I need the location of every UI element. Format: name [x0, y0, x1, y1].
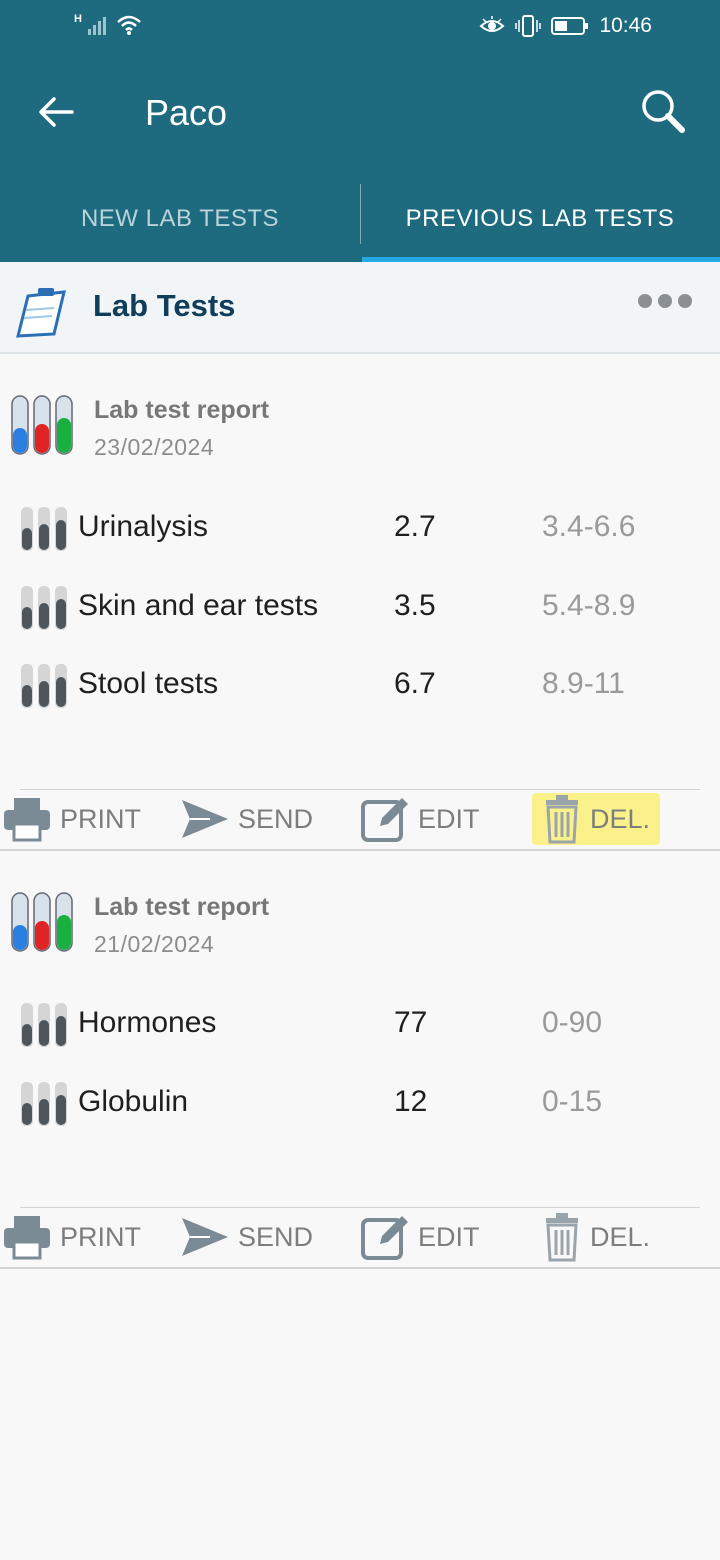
status-time: 10:46 [599, 14, 652, 37]
status-bar: H 10:46 [0, 0, 720, 56]
send-icon [182, 1218, 228, 1256]
test-name: Globulin [78, 1085, 189, 1118]
test-row[interactable]: Stool tests 6.7 8.9-11 [0, 657, 720, 717]
test-row[interactable]: Globulin 12 0-15 [0, 1075, 720, 1135]
print-label: PRINT [60, 1221, 141, 1252]
trash-icon [546, 1213, 578, 1262]
report-title: Lab test report [94, 893, 270, 921]
test-name: Skin and ear tests [78, 589, 319, 622]
eye-icon [479, 16, 505, 32]
print-button[interactable]: PRINT [2, 793, 141, 845]
report-date: 23/02/2024 [94, 434, 215, 460]
divider [0, 1267, 720, 1269]
network-type: H [74, 13, 82, 25]
printer-icon [4, 798, 50, 842]
test-name: Urinalysis [78, 510, 209, 543]
test-range: 0-15 [542, 1085, 603, 1118]
test-range: 3.4-6.6 [542, 510, 636, 543]
test-value: 77 [394, 1006, 428, 1039]
report-actions: PRINT SEND EDIT DEL. [0, 1207, 720, 1269]
test-value: 12 [394, 1085, 428, 1118]
signal-icon [87, 17, 106, 35]
send-icon [182, 800, 228, 838]
test-value: 2.7 [394, 510, 436, 543]
test-tubes-gray-icon [21, 586, 67, 630]
section-title: Lab Tests [93, 288, 236, 323]
test-name: Hormones [78, 1006, 217, 1039]
print-button[interactable]: PRINT [2, 1211, 141, 1263]
test-tubes-gray-icon [21, 1003, 67, 1047]
vibrate-icon [515, 15, 542, 37]
edit-button[interactable]: EDIT [360, 1211, 480, 1263]
tab-previous-lab-tests[interactable]: PREVIOUS LAB TESTS [360, 176, 720, 262]
test-value: 6.7 [394, 667, 436, 700]
app-bar: Paco [0, 56, 720, 176]
test-row[interactable]: Hormones 77 0-90 [0, 996, 720, 1056]
more-dot [638, 294, 652, 308]
edit-icon [361, 1216, 408, 1260]
arrow-left-icon [39, 97, 74, 127]
divider [20, 789, 700, 790]
test-range: 0-90 [542, 1006, 603, 1039]
more-dot [678, 294, 692, 308]
test-tubes-icon [11, 892, 73, 952]
edit-label: EDIT [418, 803, 480, 834]
report-title: Lab test report [94, 396, 270, 424]
section-header: Lab Tests [0, 262, 720, 354]
edit-label: EDIT [418, 1221, 480, 1252]
test-row[interactable]: Skin and ear tests 3.5 5.4-8.9 [0, 579, 720, 639]
send-button[interactable]: SEND [180, 793, 313, 845]
test-tubes-gray-icon [21, 507, 67, 551]
test-tubes-gray-icon [21, 1082, 67, 1126]
delete-button[interactable]: DEL. [532, 793, 661, 845]
send-label: SEND [238, 803, 314, 834]
divider [0, 849, 720, 851]
edit-button[interactable]: EDIT [360, 793, 480, 845]
more-options-button[interactable] [638, 294, 692, 308]
test-range: 8.9-11 [542, 667, 625, 700]
edit-icon [361, 798, 408, 842]
more-dot [658, 294, 672, 308]
search-icon [642, 90, 685, 133]
trash-icon [546, 795, 578, 844]
report-date: 21/02/2024 [94, 931, 215, 957]
battery-icon [551, 17, 589, 35]
test-tubes-gray-icon [21, 664, 67, 708]
send-button[interactable]: SEND [180, 1211, 313, 1263]
tab-divider [360, 184, 361, 244]
search-button[interactable] [636, 84, 690, 138]
test-row[interactable]: Urinalysis 2.7 3.4-6.6 [0, 500, 720, 560]
delete-label: DEL. [590, 803, 651, 834]
clipboard-icon [16, 288, 66, 338]
page-title: Paco [145, 92, 228, 133]
wifi-icon [117, 15, 141, 35]
status-left: H [74, 13, 142, 36]
delete-label: DEL. [590, 1221, 651, 1252]
print-label: PRINT [60, 803, 141, 834]
printer-icon [4, 1216, 50, 1260]
send-label: SEND [238, 1221, 314, 1252]
tab-new-lab-tests[interactable]: NEW LAB TESTS [0, 176, 360, 262]
report-actions: PRINT SEND EDIT DEL. [0, 789, 720, 851]
delete-button[interactable]: DEL. [542, 1211, 650, 1263]
test-tubes-icon [11, 395, 73, 455]
test-range: 5.4-8.9 [542, 589, 636, 622]
divider [20, 1207, 700, 1208]
test-name: Stool tests [78, 667, 219, 700]
status-right: 10:46 [479, 14, 652, 38]
test-value: 3.5 [394, 589, 436, 622]
back-button[interactable] [30, 86, 82, 138]
